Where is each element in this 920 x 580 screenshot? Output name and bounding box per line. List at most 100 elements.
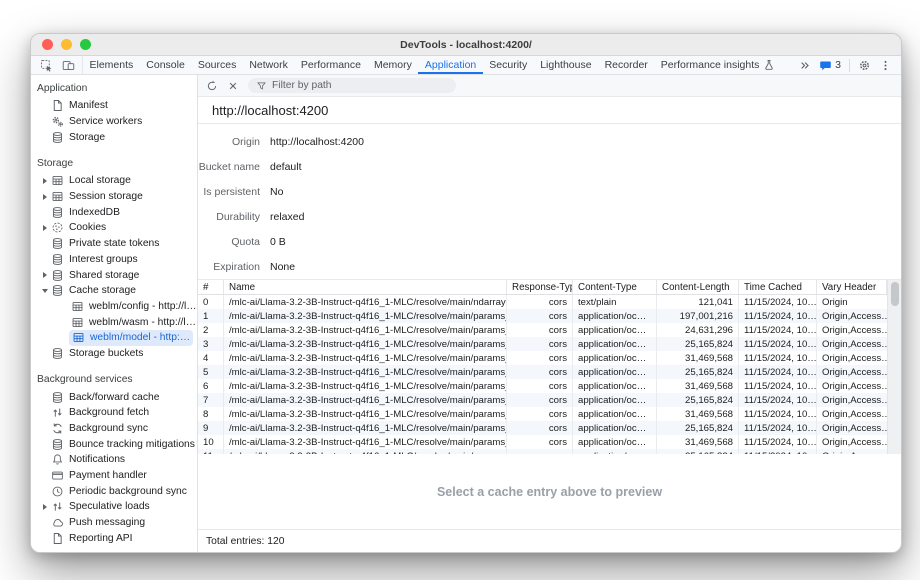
refresh-button[interactable] [206,80,218,92]
tab-memory[interactable]: Memory [367,56,418,74]
sidebar-item-cookies[interactable]: Cookies [31,220,197,236]
sidebar-item-service-workers[interactable]: Service workers [31,114,197,130]
sidebar-item-weblm-wasm-http-loca[interactable]: weblm/wasm - http://loca… [31,314,197,330]
sidebar-item-manifest[interactable]: Manifest [31,98,197,114]
tab-recorder[interactable]: Recorder [598,56,654,74]
cache-storage-panel: http://localhost:4200 Originhttp://local… [198,75,901,552]
column-header-content-length[interactable]: Content-Length [657,280,739,294]
cloud-icon [51,516,64,529]
column-header-vary-header[interactable]: Vary Header [817,280,887,294]
sidebar-item-weblm-config-http-loc[interactable]: weblm/config - http://loc… [31,299,197,315]
table-row[interactable]: 6/mlc-ai/Llama-3.2-3B-Instruct-q4f16_1-M… [198,379,887,393]
sidebar-item-label: Session storage [69,191,143,202]
tab-elements[interactable]: Elements [83,56,140,74]
table-row[interactable]: 9/mlc-ai/Llama-3.2-3B-Instruct-q4f16_1-M… [198,421,887,435]
sidebar-item-periodic-background-sync[interactable]: Periodic background sync [31,483,197,499]
sidebar-item-payment-handler[interactable]: Payment handler [31,468,197,484]
issues-counter[interactable]: 3 [819,59,841,72]
sidebar-item-local-storage[interactable]: Local storage [31,173,197,189]
cell-name: /mlc-ai/Llama-3.2-3B-Instruct-q4f16_1-ML… [224,337,507,351]
filter-input[interactable] [272,80,448,91]
scrollbar-thumb[interactable] [891,282,899,306]
sidebar-item-indexeddb[interactable]: IndexedDB [31,204,197,220]
sidebar-item-private-state-tokens[interactable]: Private state tokens [31,236,197,252]
field-value: http://localhost:4200 [270,136,364,148]
device-toolbar-icon[interactable] [62,59,75,72]
column-header-response-type[interactable]: Response-Type [507,280,573,294]
section-header-background-services: Background services [31,371,197,389]
section-header-application: Application [31,80,197,98]
column-header-name[interactable]: Name [224,280,507,294]
cell-num: 8 [198,407,224,421]
cell-time_cached: 11/15/2024, 10… [739,351,817,365]
sidebar-item-weblm-model-http-loc[interactable]: weblm/model - http://loc… [69,330,193,346]
cell-vary_header: Origin,Access… [817,421,887,435]
cell-response_type: cors [507,393,573,407]
tab-network[interactable]: Network [243,56,295,74]
inspect-element-icon[interactable] [40,59,53,72]
db-icon [51,284,64,297]
sidebar-item-interest-groups[interactable]: Interest groups [31,252,197,268]
tab-label: Memory [374,59,412,71]
cell-response_type: cors [507,407,573,421]
settings-gear-icon[interactable] [858,59,871,72]
table-row[interactable]: 5/mlc-ai/Llama-3.2-3B-Instruct-q4f16_1-M… [198,365,887,379]
sidebar-item-background-sync[interactable]: Background sync [31,421,197,437]
chevron-right-icon[interactable] [39,225,51,231]
tab-security[interactable]: Security [483,56,534,74]
cell-content_length: 31,469,568 [657,407,739,421]
tab-sources[interactable]: Sources [191,56,243,74]
sidebar-item-storage[interactable]: Storage [31,129,197,145]
chevron-down-icon[interactable] [39,289,51,293]
tab-performance-insights[interactable]: Performance insights [654,56,782,74]
cell-vary_header: Origin,Access… [817,435,887,449]
sidebar-item-reporting-api[interactable]: Reporting API [31,531,197,547]
tab-console[interactable]: Console [140,56,192,74]
sidebar-item-storage-buckets[interactable]: Storage buckets [31,346,197,362]
column-header-time-cached[interactable]: Time Cached [739,280,817,294]
delete-selected-button[interactable] [227,80,239,92]
cell-response_type: cors [507,351,573,365]
cell-vary_header: Origin,Access… [817,351,887,365]
table-row[interactable]: 7/mlc-ai/Llama-3.2-3B-Instruct-q4f16_1-M… [198,393,887,407]
table-row[interactable]: 8/mlc-ai/Llama-3.2-3B-Instruct-q4f16_1-M… [198,407,887,421]
cell-vary_header: Origin [817,295,887,309]
sidebar-item-bounce-tracking-mitigations[interactable]: Bounce tracking mitigations [31,436,197,452]
kebab-menu-icon[interactable] [879,59,892,72]
table-row[interactable]: 10/mlc-ai/Llama-3.2-3B-Instruct-q4f16_1-… [198,435,887,449]
more-tabs-icon[interactable] [798,59,811,72]
sidebar-item-notifications[interactable]: Notifications [31,452,197,468]
sidebar-item-push-messaging[interactable]: Push messaging [31,515,197,531]
chevron-right-icon[interactable] [39,272,51,278]
cell-num: 10 [198,435,224,449]
column-header-[interactable]: # [198,280,224,294]
sidebar-item-shared-storage[interactable]: Shared storage [31,267,197,283]
sidebar-item-label: Payment handler [69,470,147,481]
tab-application[interactable]: Application [418,56,482,74]
tab-label: Performance insights [661,59,760,71]
table-row[interactable]: 4/mlc-ai/Llama-3.2-3B-Instruct-q4f16_1-M… [198,351,887,365]
column-header-content-type[interactable]: Content-Type [573,280,657,294]
sidebar-item-background-fetch[interactable]: Background fetch [31,405,197,421]
cell-num: 1 [198,309,224,323]
sidebar-item-back-forward-cache[interactable]: Back/forward cache [31,389,197,405]
chevron-right-icon[interactable] [39,194,51,200]
chevron-right-icon[interactable] [39,504,51,510]
sidebar-item-speculative-loads[interactable]: Speculative loads [31,499,197,515]
close-icon [227,80,239,92]
filter-field[interactable] [248,78,456,93]
chevron-right-icon[interactable] [39,178,51,184]
sidebar-item-label: Notifications [69,454,125,465]
cell-content_length: 25,165,824 [657,421,739,435]
sidebar-item-label: Cookies [69,222,106,233]
table-row[interactable]: 3/mlc-ai/Llama-3.2-3B-Instruct-q4f16_1-M… [198,337,887,351]
table-row[interactable]: 2/mlc-ai/Llama-3.2-3B-Instruct-q4f16_1-M… [198,323,887,337]
tab-lighthouse[interactable]: Lighthouse [534,56,598,74]
tab-performance[interactable]: Performance [294,56,367,74]
sidebar-item-session-storage[interactable]: Session storage [31,189,197,205]
sidebar-item-cache-storage[interactable]: Cache storage [31,283,197,299]
table-scrollbar[interactable] [887,280,901,454]
table-row[interactable]: 0/mlc-ai/Llama-3.2-3B-Instruct-q4f16_1-M… [198,295,887,309]
table-row[interactable]: 1/mlc-ai/Llama-3.2-3B-Instruct-q4f16_1-M… [198,309,887,323]
sidebar-item-label: Bounce tracking mitigations [69,439,195,450]
